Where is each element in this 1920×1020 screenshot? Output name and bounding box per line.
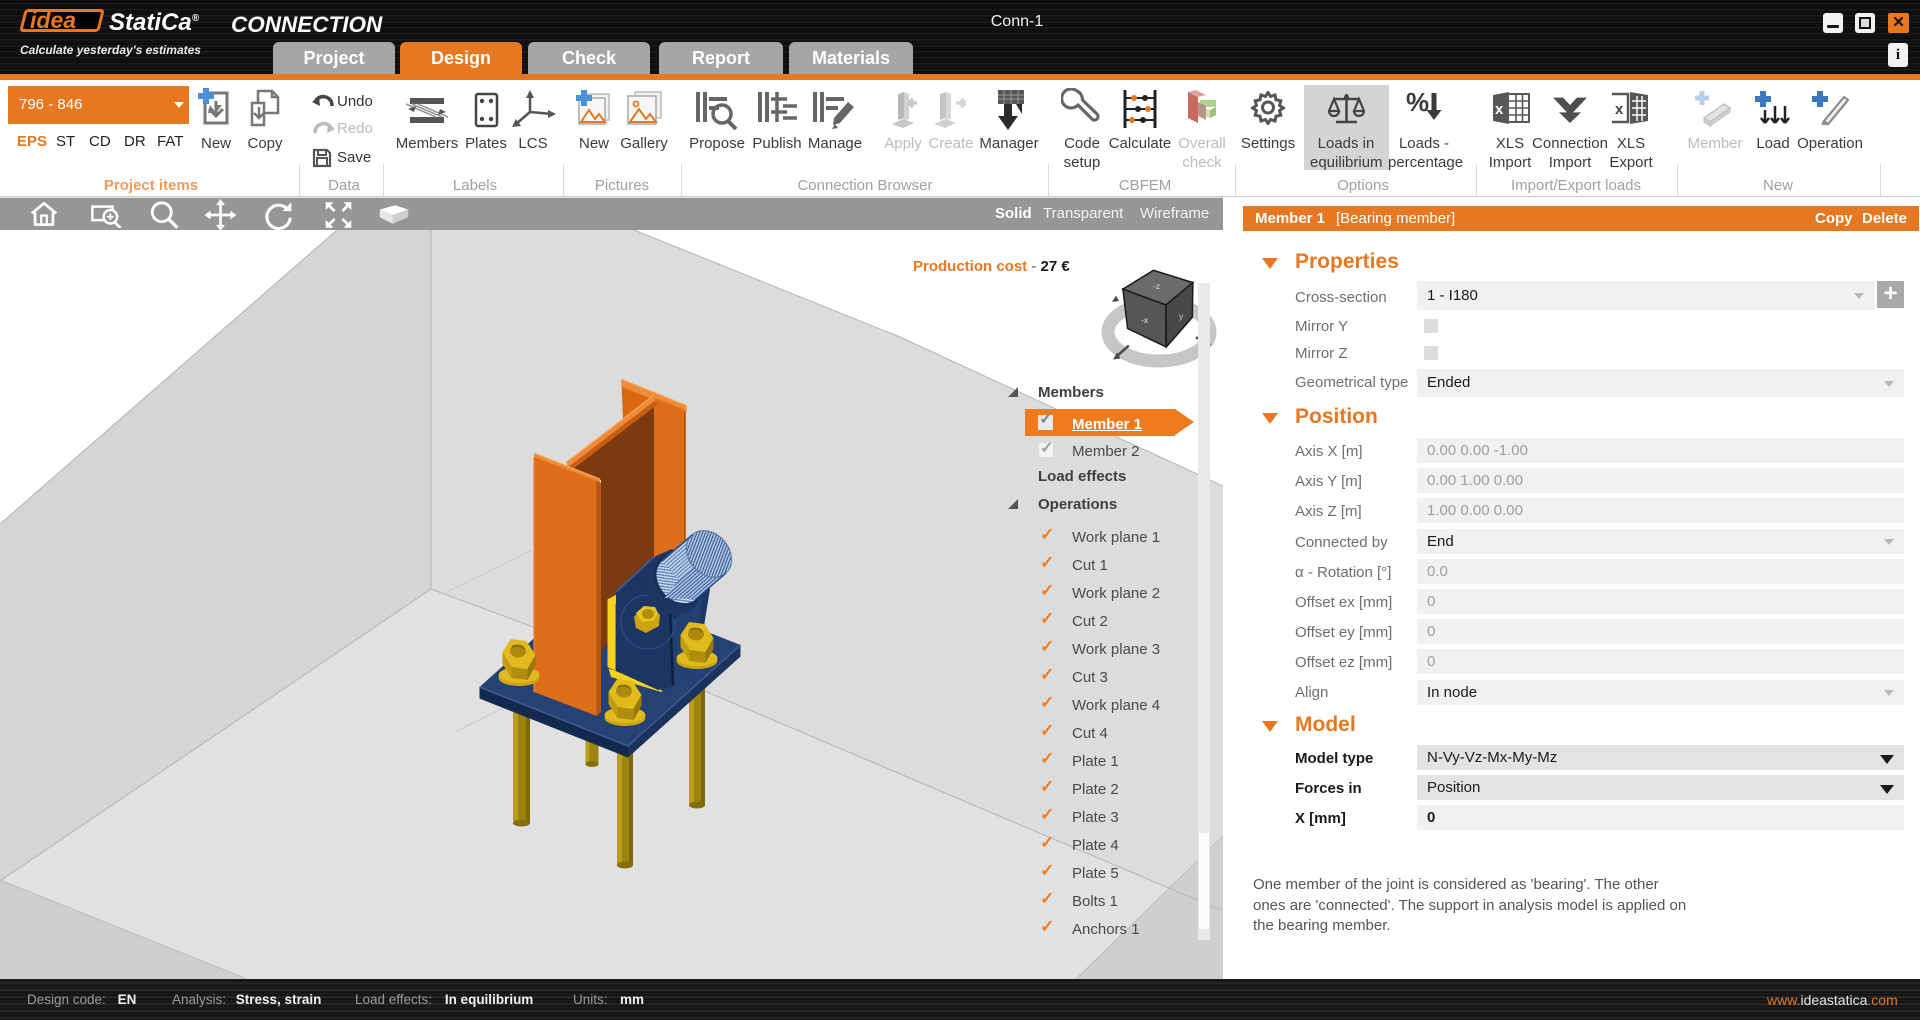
svg-text:-x: -x bbox=[1141, 315, 1149, 325]
svg-text:x: x bbox=[1615, 101, 1624, 118]
svg-text:%: % bbox=[1406, 91, 1429, 117]
svg-text:-z: -z bbox=[1153, 281, 1160, 291]
svg-text:x: x bbox=[1495, 101, 1504, 118]
